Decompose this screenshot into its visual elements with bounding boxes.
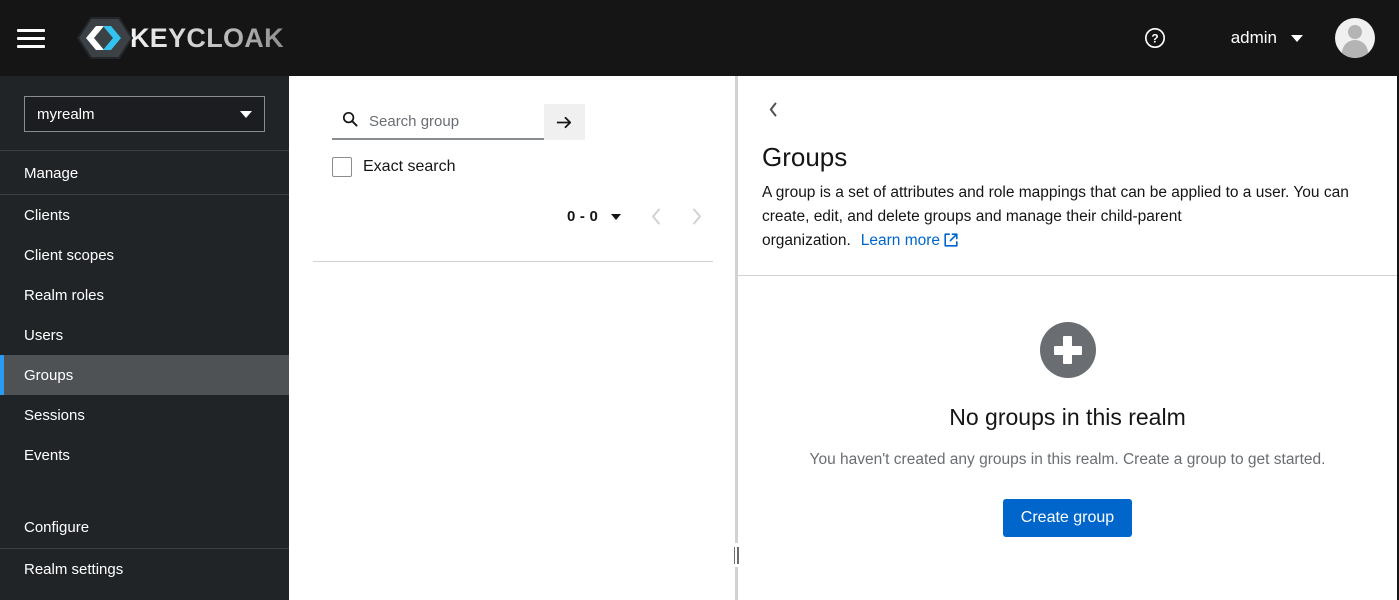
pagination-next-button[interactable] bbox=[679, 199, 713, 233]
search-input[interactable] bbox=[367, 111, 535, 131]
sidebar-item-label: Client scopes bbox=[24, 246, 115, 264]
sidebar-item-label: Users bbox=[24, 326, 64, 344]
external-link-icon bbox=[944, 231, 958, 255]
sidebar-section-manage: Manage bbox=[24, 165, 79, 182]
search-group-row bbox=[332, 104, 585, 140]
chevron-down-icon bbox=[240, 110, 252, 118]
sidebar-item-label: Realm roles bbox=[24, 286, 105, 304]
page-description: A group is a set of attributes and role … bbox=[762, 181, 1371, 255]
user-dropdown[interactable]: admin bbox=[1221, 22, 1313, 54]
grip-bar bbox=[733, 546, 735, 564]
sidebar-item-users[interactable]: Users bbox=[0, 315, 289, 355]
help-icon[interactable]: ? bbox=[1133, 16, 1177, 60]
group-tree-pane: Exact search 0 - 0 bbox=[289, 76, 735, 600]
user-name-label: admin bbox=[1230, 28, 1277, 47]
realm-selector-value: myrealm bbox=[37, 105, 95, 123]
sidebar-item-label: Events bbox=[24, 446, 70, 464]
learn-more-link[interactable]: Learn more bbox=[861, 232, 958, 249]
sidebar-item-label: Groups bbox=[24, 366, 74, 384]
pagination-per-page-chevron-down-icon[interactable] bbox=[611, 214, 621, 220]
learn-more-label: Learn more bbox=[860, 232, 941, 250]
hamburger-bar bbox=[17, 28, 45, 32]
empty-state: No groups in this realm You haven't crea… bbox=[738, 276, 1397, 600]
realm-selector-wrapper: myrealm bbox=[0, 76, 289, 150]
pagination-prev-button[interactable] bbox=[639, 199, 673, 233]
keycloak-hexagon-icon bbox=[76, 16, 134, 60]
page-title: Groups bbox=[762, 142, 848, 172]
exact-search-row: Exact search bbox=[332, 157, 735, 177]
pagination: 0 - 0 bbox=[289, 199, 713, 233]
sidebar-item-label: Realm settings bbox=[24, 560, 124, 578]
hamburger-bar bbox=[17, 36, 45, 40]
sidebar-section-configure: Configure bbox=[24, 519, 90, 536]
brand-text: KEYCLOAK bbox=[130, 22, 284, 53]
grip-bar bbox=[737, 546, 739, 564]
search-icon bbox=[342, 111, 358, 132]
plus-circle-icon bbox=[1039, 322, 1096, 379]
hamburger-bar bbox=[17, 44, 45, 48]
empty-state-title: No groups in this realm bbox=[949, 404, 1186, 431]
sidebar-item-realm-roles[interactable]: Realm roles bbox=[0, 275, 289, 315]
search-input-wrapper[interactable] bbox=[332, 104, 545, 140]
exact-search-checkbox[interactable] bbox=[332, 157, 352, 177]
sidebar-item-client-scopes[interactable]: Client scopes bbox=[0, 235, 289, 275]
realm-selector[interactable]: myrealm bbox=[24, 96, 265, 132]
arrow-right-icon bbox=[557, 116, 572, 128]
sidebar-item-clients[interactable]: Clients bbox=[0, 195, 289, 235]
groups-header: Groups A group is a set of attributes an… bbox=[738, 76, 1397, 277]
keycloak-admin-console: KEYCLOAK ? admin myrealm Manage Clients … bbox=[0, 0, 1399, 600]
sidebar-item-label: Clients bbox=[24, 206, 70, 224]
avatar[interactable] bbox=[1335, 18, 1375, 58]
page-body: myrealm Manage Clients Client scopes Rea… bbox=[0, 76, 1397, 600]
chevron-left-icon bbox=[651, 208, 660, 224]
svg-text:?: ? bbox=[1151, 32, 1158, 46]
chevron-down-icon bbox=[1291, 34, 1303, 42]
chevron-left-icon bbox=[769, 102, 776, 116]
search-submit-button[interactable] bbox=[544, 104, 585, 140]
pagination-count: 0 - 0 bbox=[566, 207, 598, 225]
pane-splitter[interactable] bbox=[732, 76, 740, 600]
sidebar-item-label: Sessions bbox=[24, 406, 85, 424]
hamburger-menu-icon[interactable] bbox=[0, 0, 62, 76]
page-description-text: A group is a set of attributes and role … bbox=[762, 184, 1349, 250]
sidebar-item-realm-settings[interactable]: Realm settings bbox=[0, 549, 289, 589]
tree-divider bbox=[313, 261, 713, 262]
brand-logo[interactable]: KEYCLOAK bbox=[76, 0, 284, 76]
groups-main-pane: Groups A group is a set of attributes an… bbox=[737, 76, 1397, 600]
sidebar-item-groups[interactable]: Groups bbox=[0, 355, 289, 395]
splitter-drag-handle-icon[interactable] bbox=[732, 543, 740, 567]
sidebar-item-sessions[interactable]: Sessions bbox=[0, 395, 289, 435]
back-button[interactable] bbox=[762, 98, 784, 120]
exact-search-label[interactable]: Exact search bbox=[363, 158, 455, 176]
create-group-button[interactable]: Create group bbox=[1002, 499, 1133, 538]
chevron-right-icon bbox=[692, 208, 701, 224]
masthead-actions: ? admin bbox=[1133, 0, 1375, 76]
masthead: KEYCLOAK ? admin bbox=[0, 0, 1397, 76]
empty-state-description: You haven't created any groups in this r… bbox=[809, 451, 1326, 469]
sidebar: myrealm Manage Clients Client scopes Rea… bbox=[0, 76, 289, 600]
sidebar-item-events[interactable]: Events bbox=[0, 435, 289, 475]
